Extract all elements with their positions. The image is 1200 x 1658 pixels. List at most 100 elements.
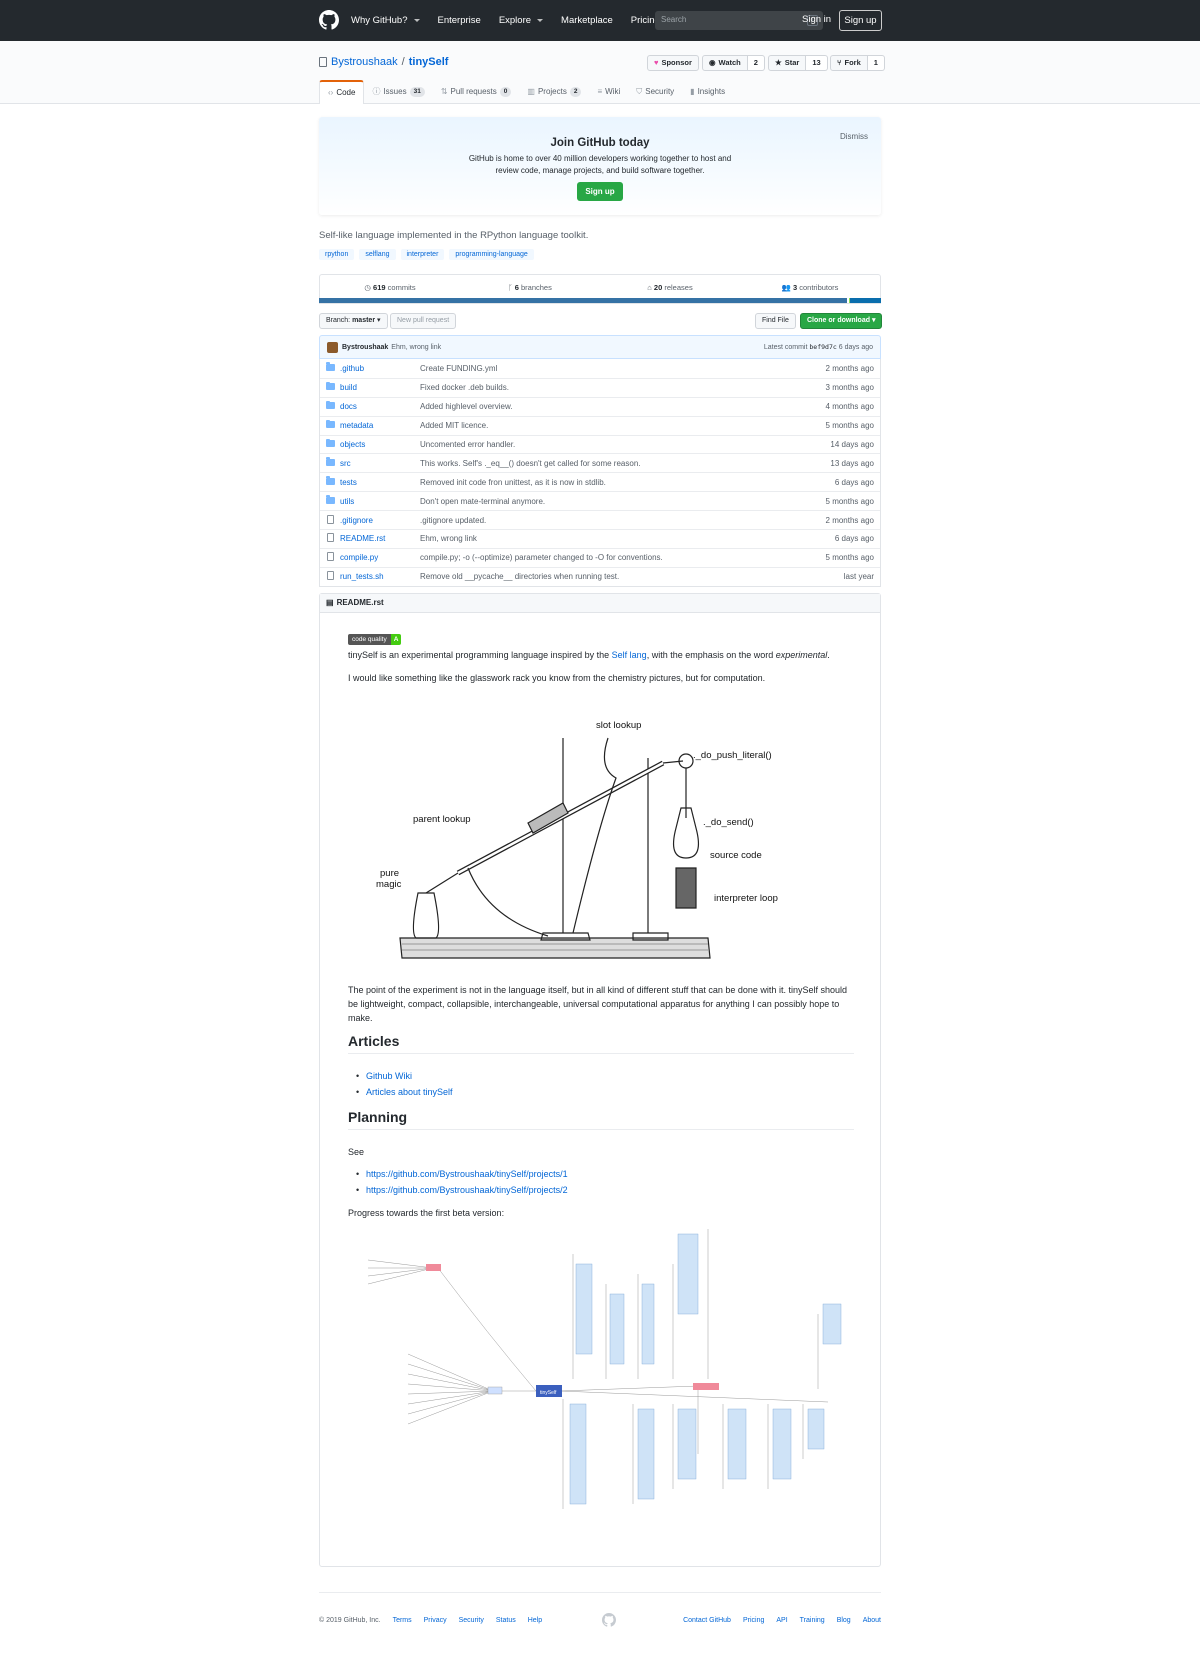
table-row[interactable]: README.rst Ehm, wrong link 6 days ago bbox=[320, 529, 880, 548]
repo-header: Bystroushaak / tinySelf ♥ Sponsor ◉ Watch … bbox=[0, 41, 1200, 104]
commit-message[interactable]: Ehm, wrong link bbox=[391, 344, 441, 351]
articles-link[interactable]: Github Wiki bbox=[356, 1069, 412, 1083]
file-commit-message[interactable]: Fixed docker .deb builds. bbox=[420, 383, 826, 392]
file-name-link[interactable]: docs bbox=[340, 402, 420, 411]
repo-owner-link[interactable]: Bystroushaak bbox=[331, 56, 398, 68]
articles-link[interactable]: Articles about tinySelf bbox=[356, 1085, 452, 1099]
tab-security[interactable]: ⛉ Security bbox=[628, 80, 682, 104]
sign-in-link[interactable]: Sign in bbox=[802, 14, 831, 25]
github-logo-icon[interactable] bbox=[319, 10, 339, 30]
tab-code[interactable]: ‹› Code bbox=[319, 80, 365, 104]
file-commit-message[interactable]: This works. Self's ._eq__() doesn't get … bbox=[420, 459, 830, 468]
file-commit-message[interactable]: Added MIT licence. bbox=[420, 421, 826, 430]
find-file-button[interactable]: Find File bbox=[755, 313, 796, 329]
file-name-link[interactable]: README.rst bbox=[340, 534, 420, 543]
star-button[interactable]: ★ Star bbox=[768, 55, 807, 71]
table-row[interactable]: docs Added highlevel overview. 4 months ag… bbox=[320, 396, 880, 416]
table-row[interactable]: src This works. Self's ._eq__() doesn't g… bbox=[320, 453, 880, 472]
topic-tag[interactable]: interpreter bbox=[400, 249, 445, 260]
self-lang-link[interactable]: Self lang bbox=[612, 650, 647, 660]
topic-tag[interactable]: selflang bbox=[359, 249, 396, 260]
file-name-link[interactable]: objects bbox=[340, 440, 420, 449]
footer-link[interactable]: About bbox=[863, 1617, 881, 1624]
table-row[interactable]: .gitignore .gitignore updated. 2 months ag… bbox=[320, 510, 880, 529]
file-commit-message[interactable]: Removed init code fron unittest, as it i… bbox=[420, 478, 835, 487]
tab-pull-requests[interactable]: ⇅ Pull requests 0 bbox=[433, 80, 520, 104]
footer-link[interactable]: Privacy bbox=[424, 1617, 447, 1624]
nav-marketplace[interactable]: Marketplace bbox=[561, 15, 613, 26]
nav-explore[interactable]: Explore bbox=[499, 15, 544, 26]
footer-link[interactable]: Help bbox=[528, 1617, 542, 1624]
file-commit-message[interactable]: Don't open mate-terminal anymore. bbox=[420, 497, 826, 506]
tab-wiki[interactable]: ≡ Wiki bbox=[589, 80, 628, 104]
file-name-link[interactable]: src bbox=[340, 459, 420, 468]
sign-up-button[interactable]: Sign up bbox=[839, 10, 882, 31]
file-name-link[interactable]: run_tests.sh bbox=[340, 572, 420, 581]
file-commit-message[interactable]: Create FUNDING.yml bbox=[420, 364, 826, 373]
topic-tag[interactable]: rpython bbox=[319, 249, 355, 260]
planning-link[interactable]: https://github.com/Bystroushaak/tinySelf… bbox=[356, 1183, 568, 1197]
file-name-link[interactable]: tests bbox=[340, 478, 420, 487]
signup-prompt-button[interactable]: Sign up bbox=[577, 182, 623, 201]
nav-why-github[interactable]: Why GitHub? bbox=[351, 15, 420, 26]
github-mark-icon[interactable] bbox=[602, 1613, 616, 1627]
new-pull-request-button[interactable]: New pull request bbox=[390, 313, 457, 329]
avatar[interactable] bbox=[327, 341, 338, 353]
file-name-link[interactable]: compile.py bbox=[340, 553, 420, 562]
table-row[interactable]: metadata Added MIT licence. 5 months ago bbox=[320, 415, 880, 435]
file-commit-message[interactable]: compile.py; -o (--optimize) parameter ch… bbox=[420, 553, 826, 562]
watch-button[interactable]: ◉ Watch bbox=[702, 55, 748, 71]
repo-separator: / bbox=[401, 56, 405, 68]
nav-enterprise[interactable]: Enterprise bbox=[438, 15, 481, 26]
table-row[interactable]: run_tests.sh Remove old __pycache__ direc… bbox=[320, 566, 880, 586]
file-commit-message[interactable]: .gitignore updated. bbox=[420, 516, 826, 525]
table-row[interactable]: utils Don't open mate-terminal anymore. 5 … bbox=[320, 491, 880, 510]
table-row[interactable]: .github Create FUNDING.yml 2 months ago bbox=[320, 359, 880, 378]
table-row[interactable]: build Fixed docker .deb builds. 3 months a… bbox=[320, 377, 880, 397]
fork-count[interactable]: 1 bbox=[867, 55, 885, 71]
file-name-link[interactable]: utils bbox=[340, 497, 420, 506]
file-commit-message[interactable]: Added highlevel overview. bbox=[420, 402, 826, 411]
language-bar[interactable] bbox=[319, 298, 881, 303]
repo-name-link[interactable]: tinySelf bbox=[409, 56, 449, 68]
file-name-link[interactable]: build bbox=[340, 383, 420, 392]
footer-link[interactable]: Blog bbox=[837, 1617, 851, 1624]
footer-link[interactable]: Pricing bbox=[743, 1617, 764, 1624]
tab-projects[interactable]: ▥ Projects 2 bbox=[519, 80, 589, 104]
footer-link[interactable]: Terms bbox=[393, 1617, 412, 1624]
table-row[interactable]: tests Removed init code fron unittest, as… bbox=[320, 472, 880, 491]
star-count[interactable]: 13 bbox=[806, 55, 828, 71]
search-input[interactable]: Search / bbox=[655, 11, 823, 30]
file-list: .github Create FUNDING.yml 2 months ago bui… bbox=[319, 359, 881, 587]
sponsor-button[interactable]: ♥ Sponsor bbox=[647, 55, 699, 71]
branch-select[interactable]: Branch: master ▾ bbox=[319, 313, 388, 329]
file-commit-message[interactable]: Uncomented error handler. bbox=[420, 440, 830, 449]
footer-link[interactable]: Status bbox=[496, 1617, 516, 1624]
footer-link[interactable]: Security bbox=[459, 1617, 484, 1624]
table-row[interactable]: compile.py compile.py; -o (--optimize) pa… bbox=[320, 547, 880, 567]
clone-download-button[interactable]: Clone or download ▾ bbox=[800, 313, 883, 329]
planning-link[interactable]: https://github.com/Bystroushaak/tinySelf… bbox=[356, 1167, 568, 1181]
file-commit-message[interactable]: Remove old __pycache__ directories when … bbox=[420, 572, 844, 581]
file-name-link[interactable]: metadata bbox=[340, 421, 420, 430]
file-name-link[interactable]: .github bbox=[340, 364, 420, 373]
footer-link[interactable]: Training bbox=[800, 1617, 825, 1624]
fork-button[interactable]: ⑂ Fork bbox=[830, 55, 868, 71]
footer-link[interactable]: API bbox=[776, 1617, 787, 1624]
topic-tag[interactable]: programming-language bbox=[449, 249, 534, 260]
tab-insights[interactable]: ▮ Insights bbox=[682, 80, 733, 104]
table-row[interactable]: objects Uncomented error handler. 14 days … bbox=[320, 434, 880, 454]
commit-author[interactable]: Bystroushaak bbox=[342, 344, 388, 351]
signup-prompt-text: GitHub is home to over 40 million develo… bbox=[468, 154, 732, 175]
file-commit-message[interactable]: Ehm, wrong link bbox=[420, 534, 835, 543]
dismiss-button[interactable]: Dismiss bbox=[840, 132, 868, 141]
commit-sha[interactable]: bef9d7c bbox=[809, 343, 836, 351]
code-quality-badge[interactable]: code quality A bbox=[348, 634, 402, 645]
tag-icon: ⌂ bbox=[647, 283, 652, 292]
footer-link[interactable]: Contact GitHub bbox=[683, 1617, 731, 1624]
file-name-link[interactable]: .gitignore bbox=[340, 516, 420, 525]
tab-issues[interactable]: ⓘ Issues 31 bbox=[364, 80, 432, 104]
file-icon bbox=[327, 533, 334, 543]
file-age: 2 months ago bbox=[825, 363, 874, 373]
watch-count[interactable]: 2 bbox=[747, 55, 765, 71]
